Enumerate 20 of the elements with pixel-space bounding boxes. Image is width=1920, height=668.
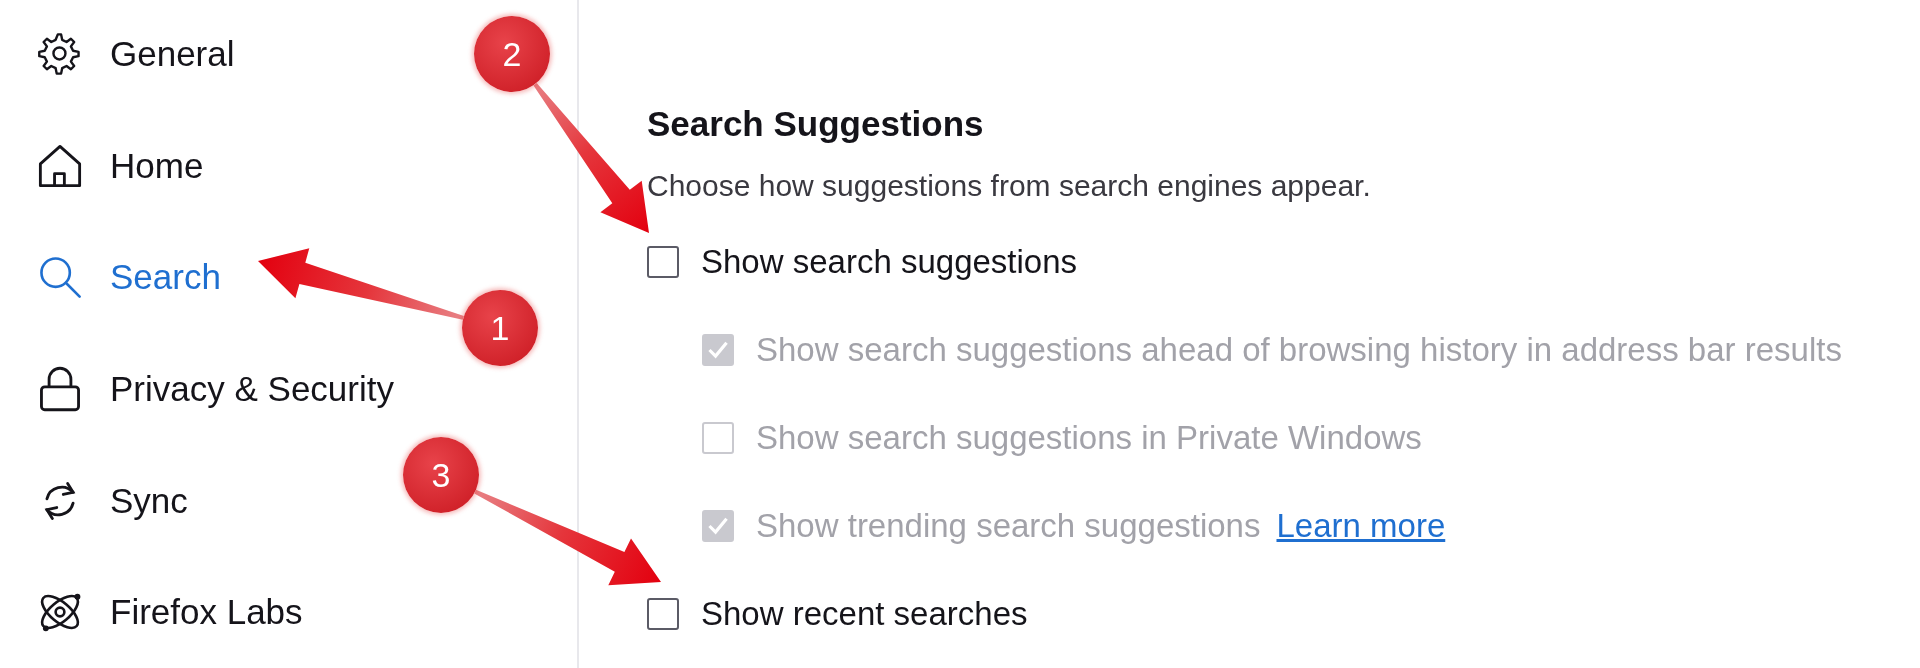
checkbox-label: Show search suggestions [701, 243, 1078, 281]
checkbox[interactable] [647, 246, 679, 278]
sidebar-item[interactable]: Sync [36, 444, 188, 557]
checkbox-label: Show search suggestions in Private Windows [756, 419, 1422, 457]
callout-number: 2 [474, 16, 550, 92]
callout-number: 1 [462, 290, 538, 366]
check-icon [707, 339, 729, 361]
checkbox-label: Show search suggestions ahead of browsing history in address bar results [756, 331, 1842, 369]
section-description: Choose how suggestions from search engines appear. [647, 168, 1372, 204]
checkbox-label: Show recent searches [701, 595, 1028, 633]
sidebar-item[interactable]: General [36, 0, 235, 110]
sidebar-item[interactable]: Home [36, 109, 204, 222]
sidebar-item[interactable]: Search [36, 221, 221, 333]
checkbox-label: Show trending search suggestions [756, 507, 1261, 545]
sidebar-item[interactable]: Privacy & Security [36, 333, 394, 445]
section-title: Search Suggestions [647, 103, 985, 145]
checkbox[interactable] [647, 598, 679, 630]
sidebar-item[interactable]: Firefox Labs [36, 556, 303, 668]
callout-number: 3 [403, 437, 479, 513]
check-icon [707, 515, 729, 537]
